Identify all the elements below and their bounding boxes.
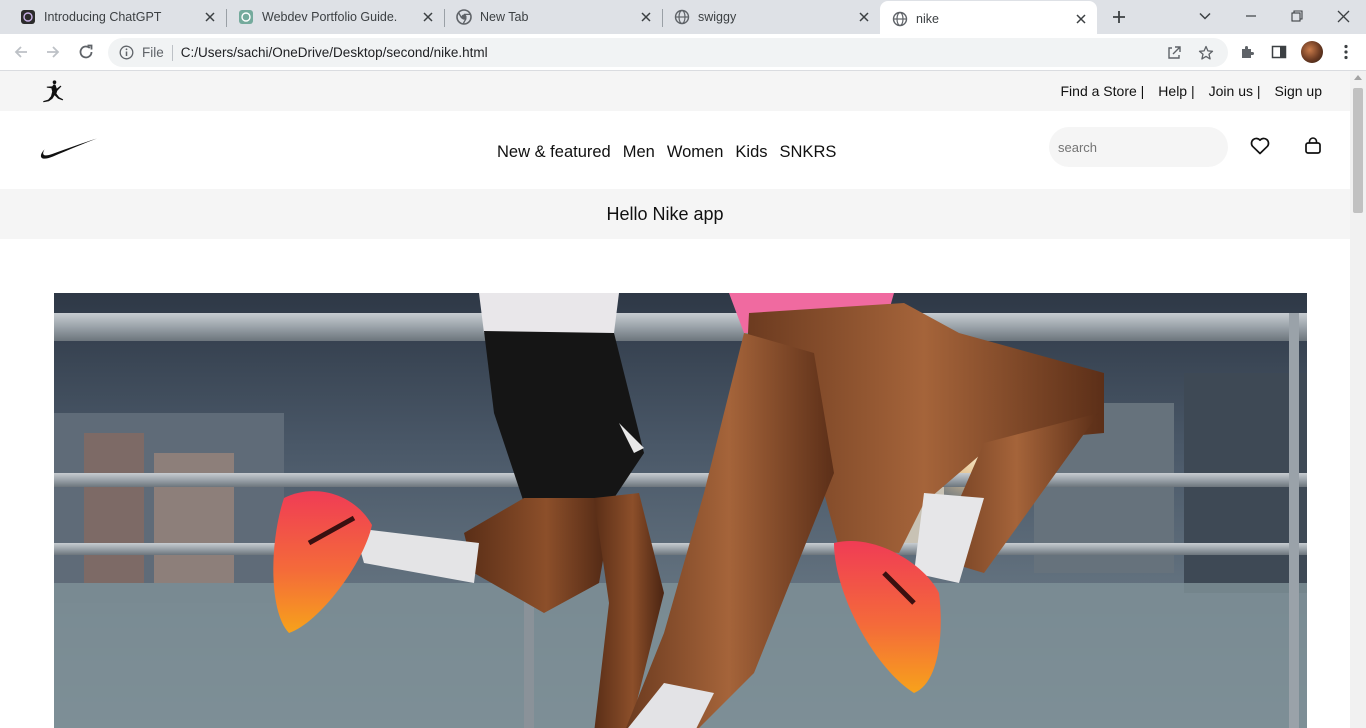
tab-webdev-portfolio[interactable]: Webdev Portfolio Guide. [218, 0, 444, 34]
nav-men[interactable]: Men [623, 143, 655, 162]
scrollbar-thumb[interactable] [1353, 88, 1363, 213]
close-icon[interactable] [636, 7, 656, 27]
nav-snkrs[interactable]: SNKRS [780, 143, 837, 162]
info-icon[interactable] [118, 45, 134, 61]
arrow-left-icon [14, 46, 27, 58]
tab-strip: Introducing ChatGPT Webdev Portfolio Gui… [0, 0, 1366, 36]
tab-swiggy[interactable]: swiggy [654, 0, 880, 34]
join-us-link[interactable]: Join us | [1209, 83, 1261, 99]
puzzle-icon [1242, 46, 1254, 58]
promo-banner: Hello Nike app [0, 189, 1350, 239]
find-a-store-link[interactable]: Find a Store | [1061, 83, 1145, 99]
tab-title: swiggy [698, 10, 737, 24]
openai-icon [238, 9, 254, 25]
page-scrollbar[interactable] [1350, 71, 1366, 728]
tab-title: Webdev Portfolio Guide. [262, 10, 398, 24]
minimize-icon [1246, 15, 1256, 17]
nike-swoosh-logo[interactable] [40, 137, 98, 161]
main-header: New & featured Men Women Kids SNKRS [0, 111, 1350, 189]
forward-button[interactable] [40, 39, 66, 65]
scroll-up-arrow[interactable] [1354, 75, 1362, 80]
globe-icon [674, 9, 690, 25]
tab-title: Introducing ChatGPT [44, 10, 162, 24]
side-panel-button[interactable] [1267, 40, 1291, 64]
help-link[interactable]: Help | [1158, 83, 1194, 99]
utility-bar: Find a Store | Help | Join us | Sign up [0, 71, 1350, 111]
share-icon[interactable] [1164, 43, 1184, 63]
plus-icon [1113, 11, 1125, 23]
arrow-right-icon [47, 46, 60, 58]
promo-text[interactable]: Hello Nike app [606, 204, 723, 225]
close-icon [1337, 10, 1349, 22]
more-vertical-icon [1344, 44, 1348, 60]
restore-icon [1291, 10, 1303, 22]
chatgpt-icon [20, 9, 36, 25]
back-button[interactable] [8, 39, 34, 65]
main-nav: New & featured Men Women Kids SNKRS [497, 143, 836, 162]
minimize-button[interactable] [1239, 4, 1263, 28]
page-viewport: Find a Store | Help | Join us | Sign up … [0, 71, 1350, 728]
profile-button[interactable] [1300, 40, 1324, 64]
tab-title: nike [916, 11, 939, 26]
star-icon[interactable] [1196, 43, 1216, 63]
window-close-button[interactable] [1331, 4, 1355, 28]
url-scheme: File [142, 45, 164, 60]
heart-icon[interactable] [1249, 135, 1271, 157]
avatar [1301, 41, 1323, 63]
tab-new-tab[interactable]: New Tab [436, 0, 662, 34]
new-tab-button[interactable] [1108, 6, 1130, 28]
tab-title: New Tab [480, 10, 529, 24]
globe-icon [892, 11, 908, 27]
browser-menu-button[interactable] [1334, 40, 1358, 64]
tab-introducing-chatgpt[interactable]: Introducing ChatGPT [0, 0, 226, 34]
shopping-bag-icon[interactable] [1302, 135, 1324, 157]
sign-up-link[interactable]: Sign up [1275, 83, 1322, 99]
reload-button[interactable] [73, 39, 99, 65]
side-panel-icon [1271, 45, 1287, 59]
reload-icon [79, 44, 93, 59]
nav-new-featured[interactable]: New & featured [497, 143, 611, 162]
restore-button[interactable] [1285, 4, 1309, 28]
tab-search-button[interactable] [1193, 4, 1217, 28]
browser-toolbar: File C:/Users/sachi/OneDrive/Desktop/sec… [0, 34, 1366, 71]
close-icon[interactable] [854, 7, 874, 27]
jordan-jumpman-icon[interactable] [40, 79, 66, 105]
address-bar[interactable]: File C:/Users/sachi/OneDrive/Desktop/sec… [108, 38, 1228, 67]
utility-nav: Find a Store | Help | Join us | Sign up [1061, 83, 1323, 99]
extensions-button[interactable] [1236, 40, 1260, 64]
nav-women[interactable]: Women [667, 143, 724, 162]
hero-image [54, 293, 1307, 728]
close-icon[interactable] [200, 7, 220, 27]
chrome-icon [456, 9, 472, 25]
nav-kids[interactable]: Kids [735, 143, 767, 162]
url-text[interactable]: C:/Users/sachi/OneDrive/Desktop/second/n… [181, 45, 1164, 60]
close-icon[interactable] [1071, 9, 1091, 29]
close-icon[interactable] [418, 7, 438, 27]
search-input[interactable] [1049, 127, 1228, 167]
url-divider [171, 44, 173, 61]
tab-nike[interactable]: nike [880, 1, 1097, 36]
chevron-down-icon [1199, 12, 1211, 20]
